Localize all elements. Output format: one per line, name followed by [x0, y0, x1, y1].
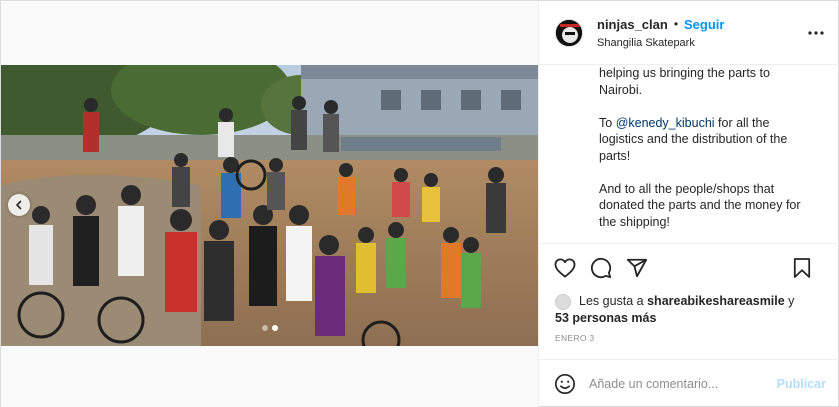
share-button[interactable]: [625, 256, 649, 280]
post-photo[interactable]: [1, 65, 538, 346]
caption-line: logistics and the distribution of the: [599, 132, 788, 146]
carousel-dot: [261, 325, 268, 331]
save-button[interactable]: [790, 256, 814, 280]
caption-line: helping us bringing the parts to: [599, 66, 770, 80]
post-caption: helping us bringing the parts to Nairobi…: [539, 65, 839, 243]
comment-button[interactable]: [589, 256, 613, 280]
likes-prefix: Les gusta a: [579, 294, 648, 308]
caption-text: To: [599, 115, 616, 130]
caption-line: the shipping!: [599, 214, 670, 229]
caption-text: for all the: [714, 115, 770, 130]
more-options-button[interactable]: [806, 25, 826, 41]
publish-button[interactable]: Publicar: [777, 377, 826, 391]
carousel-prev-button[interactable]: [8, 194, 30, 216]
carousel-dot-active: [271, 325, 278, 331]
emoji-button[interactable]: [553, 372, 577, 396]
instagram-post: ninjas_clan • Seguir Shangilia Skatepark…: [0, 0, 839, 407]
mention-link[interactable]: @kenedy_kibuchi: [616, 116, 715, 130]
heart-icon: [554, 257, 576, 278]
caption-line: And to all the people/shops that: [599, 181, 775, 196]
location-link[interactable]: Shangilia Skatepark: [597, 37, 724, 49]
chevron-left-icon: [16, 200, 22, 210]
caption-line: parts!: [599, 148, 631, 163]
follow-button[interactable]: Seguir: [684, 17, 724, 32]
bookmark-icon: [793, 258, 811, 278]
comment-icon: [590, 257, 612, 278]
share-icon: [626, 258, 648, 277]
like-button[interactable]: [553, 256, 577, 280]
post-actions: [539, 243, 839, 291]
comment-input[interactable]: [589, 377, 759, 391]
post-header: ninjas_clan • Seguir Shangilia Skatepark: [539, 1, 839, 65]
likes-summary: Les gusta a shareabikeshareasmile y 53 p…: [555, 293, 835, 327]
post-media: [1, 1, 538, 407]
liker-username[interactable]: shareabikeshareasmile: [647, 294, 785, 308]
post-sidebar: ninjas_clan • Seguir Shangilia Skatepark…: [538, 1, 839, 407]
caption-line: donated the parts and the money for: [599, 198, 801, 212]
more-options-icon: [808, 31, 824, 35]
caption-line: To @kenedy_kibuchi for all the: [599, 115, 824, 132]
carousel-indicator: [1, 325, 538, 333]
post-date[interactable]: ENERO 3: [555, 333, 594, 343]
avatar[interactable]: [555, 18, 583, 47]
profile-logo-icon: [556, 19, 582, 46]
likes-connector: y: [784, 294, 795, 308]
likes-count-link[interactable]: 53 personas más: [555, 311, 656, 325]
comment-bar: Publicar: [539, 359, 839, 407]
username-link[interactable]: ninjas_clan: [597, 17, 668, 32]
caption-line: Nairobi.: [599, 82, 643, 97]
liker-avatar[interactable]: [555, 293, 571, 310]
emoji-icon: [555, 374, 575, 394]
separator: •: [673, 17, 679, 31]
